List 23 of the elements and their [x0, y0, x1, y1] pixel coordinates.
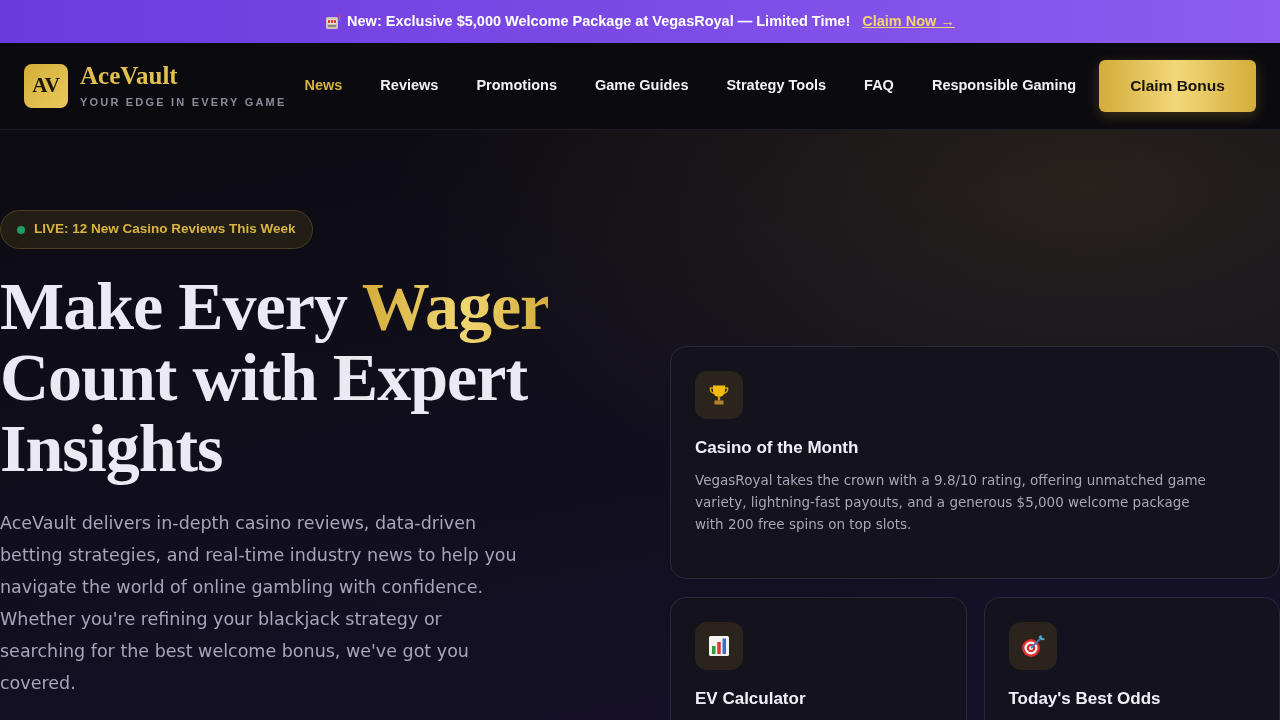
hero-heading: Make Every Wager Count with Expert Insights: [0, 271, 550, 484]
bar-chart-icon: [695, 622, 743, 670]
card-title: Today's Best Odds: [1008, 688, 1162, 710]
trophy-icon: [695, 371, 743, 419]
card-title: EV Calculator: [695, 688, 807, 710]
nav-link[interactable]: News: [304, 75, 343, 97]
brand-name: AceVault: [80, 61, 179, 90]
brand-tagline: YOUR EDGE IN EVERY GAME: [80, 94, 287, 110]
claim-bonus-button[interactable]: Claim Bonus: [1099, 60, 1256, 112]
card-title: Casino of the Month: [695, 437, 860, 459]
target-icon: [1008, 622, 1057, 670]
card-description: VegasRoyal takes the crown with a 9.8/10 rating, offering unmatched game variety, lightning-fast payouts, and a generous $5,000 welcome package with 200 free spins on top slots.: [695, 471, 1207, 534]
nav-link[interactable]: Strategy Tools: [726, 75, 827, 97]
nav-link[interactable]: Responsible Gaming: [931, 75, 1077, 97]
hero-description: AceVault delivers in-depth casino reviews, data-driven betting strategies, and real-time industry news to help you navigate the world of online gambling with confidence. Whether you're refining your blackjack strategy or searching for the best welcome bonus, we've got you covered.: [0, 512, 518, 695]
slot-machine-icon: [325, 13, 342, 30]
nav-link[interactable]: Reviews: [380, 75, 439, 97]
badge-text: LIVE: 12 New Casino Reviews This Week: [34, 220, 296, 239]
nav-link[interactable]: Promotions: [476, 75, 557, 97]
announcement-text: New: Exclusive $5,000 Welcome Package at VegasRoyal — Limited Time!: [347, 11, 851, 31]
logo-mark: AV: [24, 64, 68, 108]
nav-link[interactable]: Game Guides: [594, 75, 689, 97]
nav-link[interactable]: FAQ: [864, 75, 894, 97]
